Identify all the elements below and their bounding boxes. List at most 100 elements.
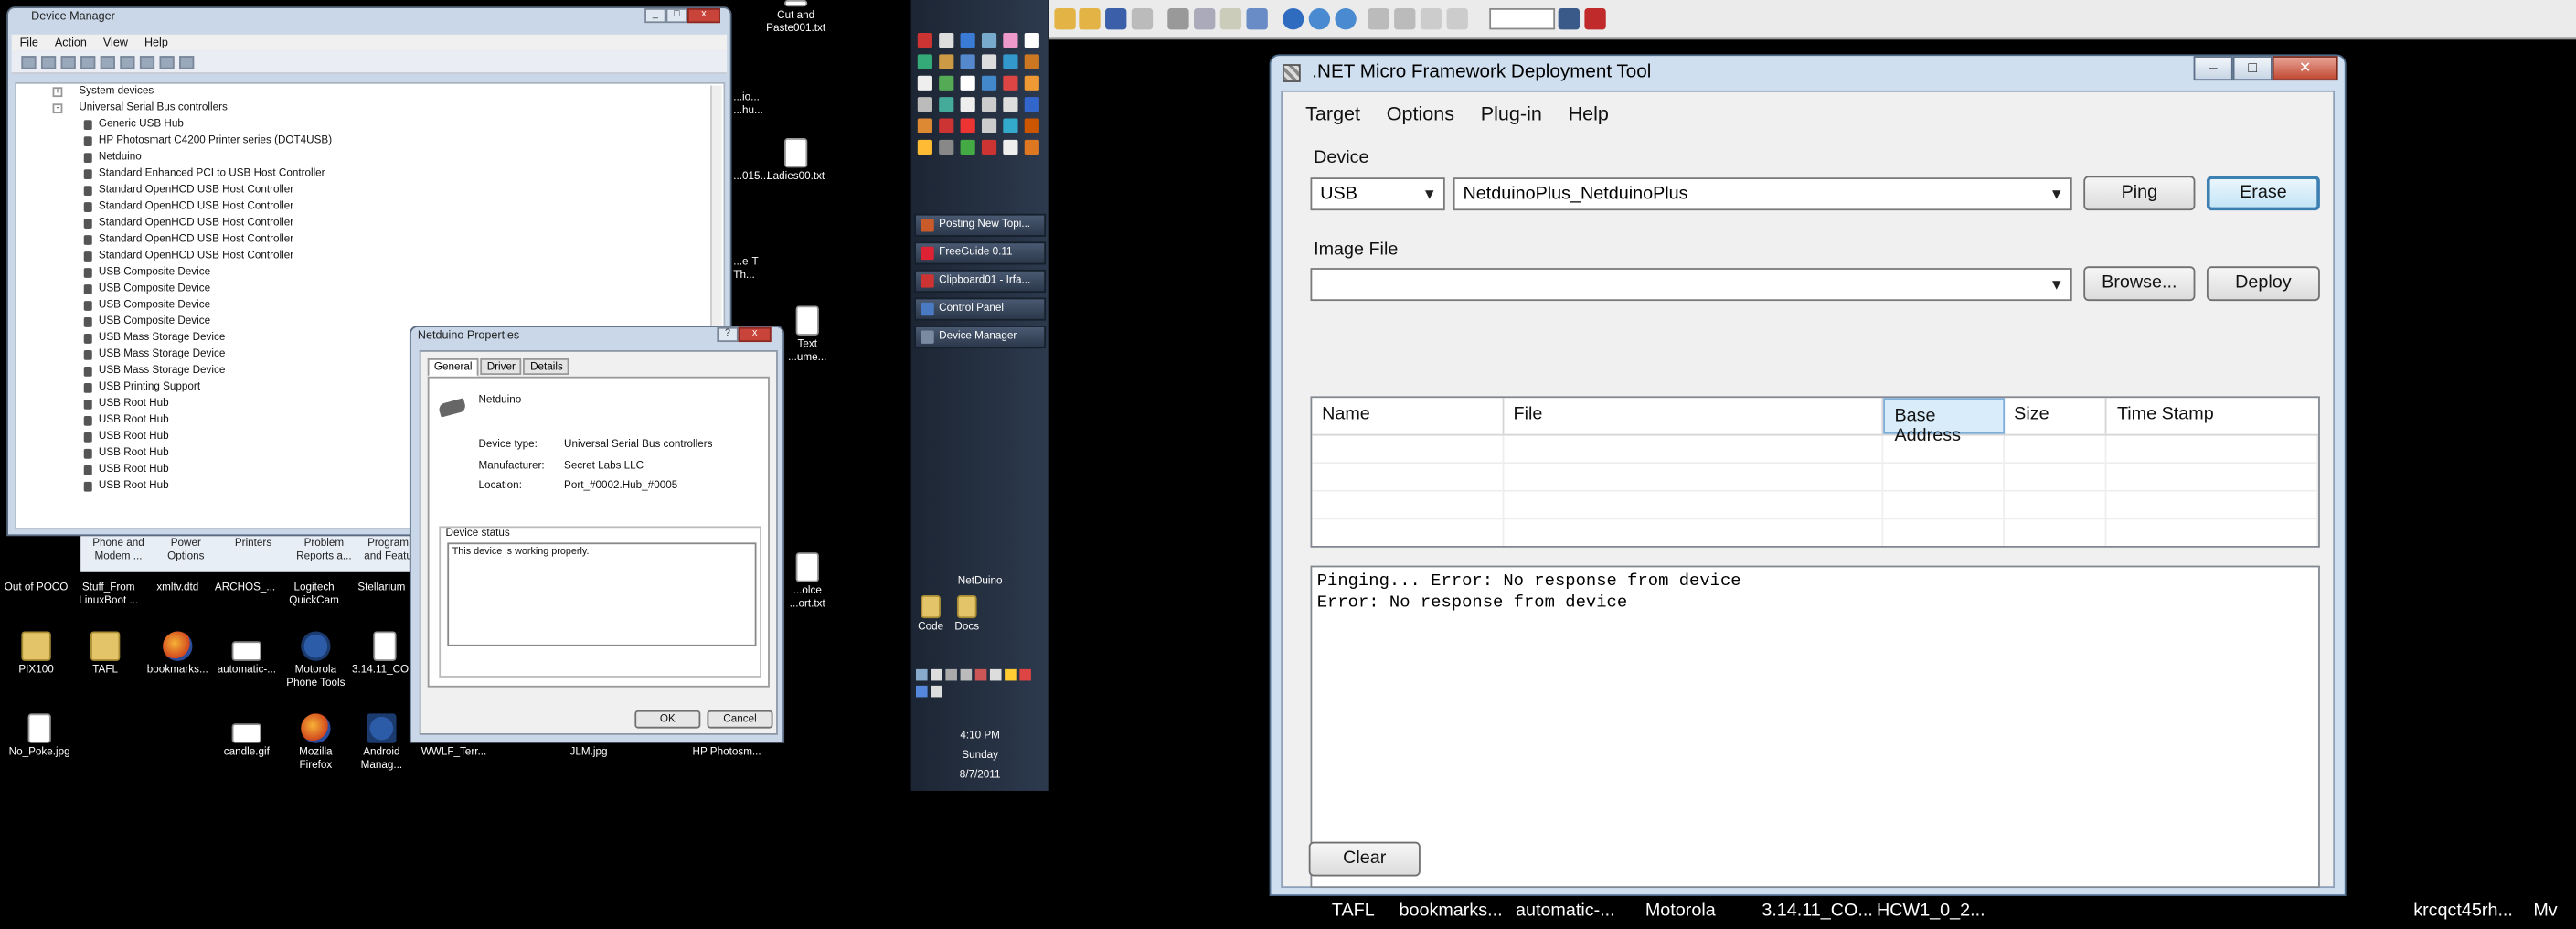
quick-launch-icon[interactable] [1024, 97, 1039, 112]
cp-item-problem-reports[interactable]: Problem Reports a... [288, 538, 360, 564]
quick-launch-icon[interactable] [981, 32, 997, 48]
menu-options[interactable]: Options [1373, 101, 1467, 124]
mfdeploy-window[interactable]: .NET Micro Framework Deployment Tool – □… [1269, 54, 2347, 897]
desktop-label-tafl[interactable]: TAFL [1332, 901, 1375, 921]
quick-launch-icon[interactable] [1024, 139, 1039, 155]
quick-launch-icon[interactable] [1003, 97, 1018, 112]
help-icon[interactable] [100, 55, 115, 69]
disable-icon[interactable] [159, 55, 175, 69]
properties-icon[interactable] [80, 55, 96, 69]
undo-icon[interactable] [1246, 7, 1268, 30]
quick-launch-icon[interactable] [1003, 32, 1018, 48]
quick-launch-icon[interactable] [939, 54, 954, 69]
folder-docs[interactable]: Docs [951, 594, 984, 635]
column-size[interactable]: Size [2004, 398, 2108, 434]
taskbar-item-device-manager[interactable]: Device Manager [914, 326, 1047, 349]
desktop-icon-partial-4[interactable]: Text ...ume... [782, 305, 832, 365]
erase-button[interactable]: Erase [2206, 176, 2320, 211]
tree-item-device[interactable]: Standard OpenHCD USB Host Controller [16, 232, 724, 249]
quick-launch-icon[interactable] [939, 97, 954, 112]
cp-item-power-options[interactable]: Power Options [156, 538, 216, 564]
folder-icon[interactable] [1079, 7, 1101, 30]
menu-help[interactable]: Help [136, 37, 176, 48]
quick-launch-icon[interactable] [917, 118, 932, 133]
desktop-icon-partial-3[interactable]: ...e-T Th... [733, 257, 766, 283]
minimize-button[interactable]: _ [644, 7, 666, 24]
settings-icon[interactable] [1558, 7, 1581, 30]
open-icon[interactable] [1054, 7, 1076, 30]
delete-icon[interactable] [1131, 7, 1154, 30]
ok-button[interactable]: OK [634, 710, 701, 729]
desktop-icon-logitech[interactable]: Logitech QuickCam [280, 582, 349, 609]
desktop-label-automatic[interactable]: automatic-... [1516, 901, 1615, 921]
desktop-icon-motorola[interactable]: Motorola Phone Tools [280, 631, 352, 691]
tree-item-usb-controllers[interactable]: - Universal Serial Bus controllers [16, 101, 724, 117]
desktop-icon-no-poke[interactable]: No_Poke.jpg [0, 713, 79, 759]
taskbar-item-freeguide[interactable]: FreeGuide 0.11 [914, 241, 1047, 265]
desktop-icon-stellarium[interactable]: Stellarium [348, 582, 414, 595]
list-row[interactable] [1312, 491, 2319, 520]
desktop-icon-automatic[interactable]: automatic-... [210, 632, 282, 678]
tab-details[interactable]: Details [523, 358, 570, 375]
tree-item-device[interactable]: USB Composite Device [16, 281, 724, 297]
quick-launch-icon[interactable] [939, 32, 954, 48]
cancel-button[interactable]: Cancel [707, 710, 773, 729]
tray-icon[interactable] [974, 668, 987, 681]
zoom-in-icon[interactable] [1308, 7, 1331, 30]
menu-target[interactable]: Target [1293, 101, 1374, 124]
forward-icon[interactable] [40, 55, 57, 69]
tree-item-device[interactable]: Netduino [16, 150, 724, 166]
quick-launch-icon[interactable] [981, 139, 997, 155]
desktop-label-mv[interactable]: Mv [2533, 901, 2557, 921]
desktop-icon-candle[interactable]: candle.gif [210, 713, 282, 759]
menu-action[interactable]: Action [47, 37, 95, 48]
quick-launch-icon[interactable] [917, 97, 932, 112]
device-status-text[interactable]: This device is working properly. [447, 542, 757, 646]
page-input[interactable] [1489, 7, 1556, 30]
menu-help[interactable]: Help [1555, 101, 1622, 124]
quick-launch-icon[interactable] [960, 118, 975, 133]
quick-launch-icon[interactable] [1003, 118, 1018, 133]
cp-item-phone-modem[interactable]: Phone and Modem ... [84, 538, 154, 564]
quick-launch-icon[interactable] [1024, 75, 1039, 91]
output-console[interactable]: Pinging... Error: No response from devic… [1310, 565, 2320, 889]
paste-icon[interactable] [1219, 7, 1242, 30]
taskbar-item-posting[interactable]: Posting New Topi... [914, 213, 1047, 237]
ping-button[interactable]: Ping [2083, 176, 2196, 211]
tree-item-device[interactable]: Standard OpenHCD USB Host Controller [16, 183, 724, 199]
update-driver-icon[interactable] [139, 55, 155, 69]
column-name[interactable]: Name [1312, 398, 1504, 434]
tree-item-device[interactable]: Standard OpenHCD USB Host Controller [16, 249, 724, 265]
tray-icon[interactable] [931, 668, 942, 681]
next-icon[interactable] [1394, 7, 1416, 30]
tab-general[interactable]: General [427, 358, 479, 377]
desktop-label-krcqct[interactable]: krcqct45rh... [2413, 901, 2513, 921]
help-button[interactable]: ? [717, 326, 739, 343]
folder-code[interactable]: Code [914, 594, 947, 635]
netduino-properties-dialog[interactable]: Netduino Properties ? x General Driver D… [409, 326, 785, 743]
quick-launch-icon[interactable] [1024, 54, 1039, 69]
tab-driver[interactable]: Driver [480, 358, 523, 375]
quick-launch-icon[interactable] [1003, 54, 1018, 69]
browse-button[interactable]: Browse... [2083, 266, 2196, 302]
quick-launch-icon[interactable] [917, 75, 932, 91]
cut-icon[interactable] [1167, 7, 1189, 30]
column-time-stamp[interactable]: Time Stamp [2107, 398, 2318, 434]
quick-launch-icon[interactable] [1003, 139, 1018, 155]
properties-close-button[interactable]: x [738, 326, 772, 343]
first-page-icon[interactable] [1420, 7, 1442, 30]
desktop-icon-bookmarks[interactable]: bookmarks... [142, 631, 214, 678]
list-row[interactable] [1312, 464, 2319, 492]
close-button[interactable]: x [687, 7, 720, 24]
tray-icon[interactable] [1005, 668, 1017, 681]
column-base-address[interactable]: Base Address [1882, 398, 2005, 445]
desktop-icon-pix100[interactable]: PIX100 [6, 631, 66, 678]
desktop-icon-partial-1[interactable]: ...io... ...hu... [733, 92, 766, 119]
desktop-label-motorola[interactable]: Motorola [1645, 901, 1716, 921]
image-file-input[interactable]: ▼ [1310, 268, 2072, 302]
desktop-icon-poco[interactable]: Out of POCO [0, 582, 72, 595]
desktop-icon-cut-paste[interactable]: Cut and Paste001.txt [760, 0, 832, 37]
device-select[interactable]: NetduinoPlus_NetduinoPlus ▼ [1453, 177, 2072, 211]
quick-launch-icon[interactable] [960, 75, 975, 91]
maximize-button[interactable]: □ [2232, 56, 2273, 81]
